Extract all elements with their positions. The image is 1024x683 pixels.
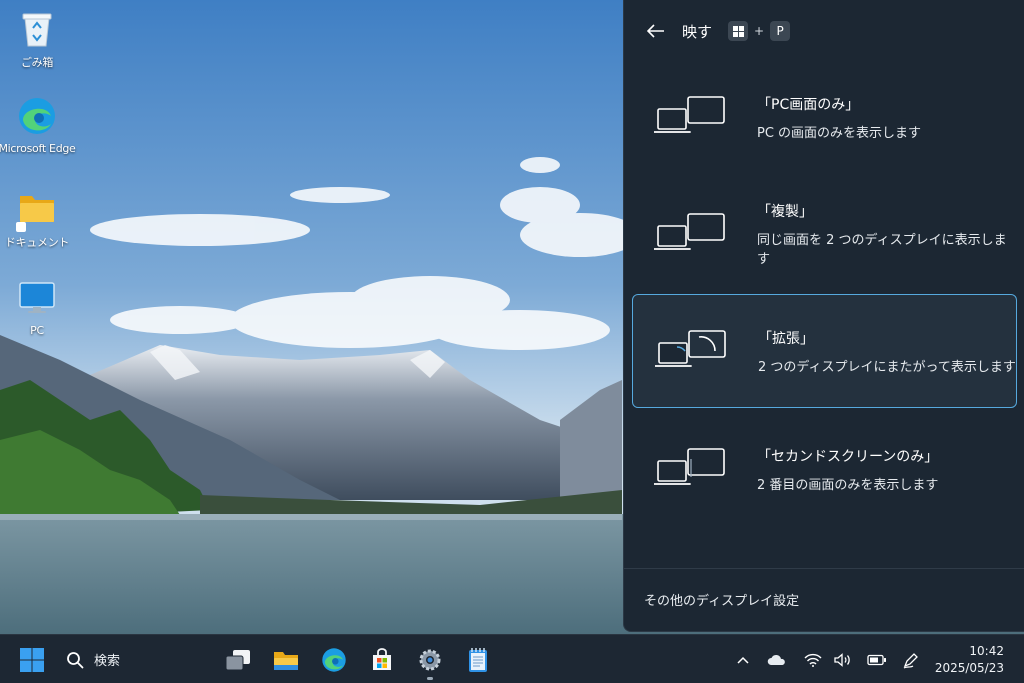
search-label: 検索: [94, 654, 121, 669]
windows-logo-icon: [20, 647, 44, 672]
start-button[interactable]: [8, 635, 56, 683]
network-button[interactable]: [802, 635, 824, 683]
onedrive-button[interactable]: [764, 635, 790, 683]
task-view-icon: [225, 649, 250, 670]
windows-key-badge: [728, 21, 749, 41]
file-explorer-icon: [274, 651, 298, 670]
clock-date: 2025/05/23: [934, 661, 1004, 675]
option-title: 「拡張」: [758, 330, 814, 347]
search-icon: [67, 651, 84, 668]
desktop-icon-label: Microsoft Edge: [0, 142, 76, 155]
project-flyout: 映す + P 「PC画面のみ」 PC の画面のみを表示します 「複製」 同じ画面…: [623, 0, 1024, 632]
flyout-header: 映す + P: [624, 0, 1024, 62]
pc-screen-only-icon: [654, 96, 725, 133]
option-description: 2 つのディスプレイにまたがって表示します: [758, 359, 1016, 375]
option-description: 2 番目の画面のみを表示します: [757, 477, 939, 493]
cloud-icon: [767, 654, 785, 665]
option-duplicate[interactable]: 「複製」 同じ画面を 2 つのディスプレイに表示します: [632, 177, 1017, 291]
option-description: PC の画面のみを表示します: [757, 125, 922, 141]
settings-button[interactable]: [408, 635, 452, 683]
notepad-icon: [469, 647, 487, 672]
desktop-icon-label: PC: [30, 324, 44, 337]
battery-button[interactable]: [864, 635, 890, 683]
flyout-title: 映す: [682, 22, 713, 41]
wifi-icon: [804, 653, 822, 667]
desktop-icon-pc[interactable]: PC: [0, 278, 74, 337]
desktop-icon-edge[interactable]: Microsoft Edge: [0, 96, 76, 232]
store-icon: [373, 647, 391, 670]
pen-menu-button[interactable]: [898, 635, 924, 683]
desktop-icon-label: ドキュメント: [4, 236, 70, 249]
option-second-screen-only[interactable]: 「セカンドスクリーンのみ」 2 番目の画面のみを表示します: [632, 412, 1017, 526]
back-button[interactable]: [644, 19, 668, 43]
option-title: 「複製」: [757, 204, 813, 220]
duplicate-icon: [654, 213, 725, 250]
chevron-up-icon: [737, 656, 749, 664]
show-hidden-icons-button[interactable]: [732, 635, 754, 683]
monitor-icon: [17, 278, 57, 318]
p-key-badge: P: [770, 21, 791, 41]
clock[interactable]: 10:42 2025/05/23: [935, 643, 1004, 677]
flyout-divider: [624, 568, 1024, 569]
notepad-button[interactable]: [456, 635, 500, 683]
volume-button[interactable]: [832, 635, 854, 683]
taskbar: 検索 10:42 2025/05/23: [0, 634, 1024, 683]
option-title: 「セカンドスクリーンのみ」: [757, 448, 939, 465]
file-explorer-button[interactable]: [264, 635, 308, 683]
store-button[interactable]: [360, 635, 404, 683]
option-extend[interactable]: 「拡張」 2 つのディスプレイにまたがって表示します: [632, 294, 1017, 408]
shortcut-plus: +: [754, 24, 765, 38]
settings-icon: [419, 649, 441, 670]
option-pc-screen-only[interactable]: 「PC画面のみ」 PC の画面のみを表示します: [632, 60, 1017, 174]
option-description: 同じ画面を 2 つのディスプレイに表示します: [757, 233, 1007, 267]
option-title: 「PC画面のみ」: [757, 96, 860, 113]
desktop-icon-recycle-bin[interactable]: ごみ箱: [0, 8, 74, 70]
edge-icon: [322, 647, 346, 672]
extend-icon: [655, 330, 726, 367]
task-view-button[interactable]: [216, 635, 260, 683]
recycle-bin-icon: [17, 8, 57, 48]
desktop-icon-label: ごみ箱: [20, 56, 54, 69]
search-button[interactable]: 検索: [60, 635, 140, 683]
battery-icon: [867, 654, 886, 665]
windows-logo-icon: [732, 25, 744, 37]
second-screen-only-icon: [654, 448, 725, 485]
edge-icon: [16, 96, 57, 232]
edge-taskbar-button[interactable]: [312, 635, 356, 683]
pen-icon: [903, 652, 918, 669]
more-display-settings-link[interactable]: その他のディスプレイ設定: [644, 590, 799, 609]
volume-icon: [834, 652, 850, 667]
folder-icon: [17, 188, 57, 228]
running-indicator: [427, 677, 433, 680]
arrow-left-icon: [647, 24, 664, 38]
clock-time: 10:42: [969, 644, 1004, 658]
desktop-icon-documents[interactable]: ドキュメント: [0, 188, 74, 250]
